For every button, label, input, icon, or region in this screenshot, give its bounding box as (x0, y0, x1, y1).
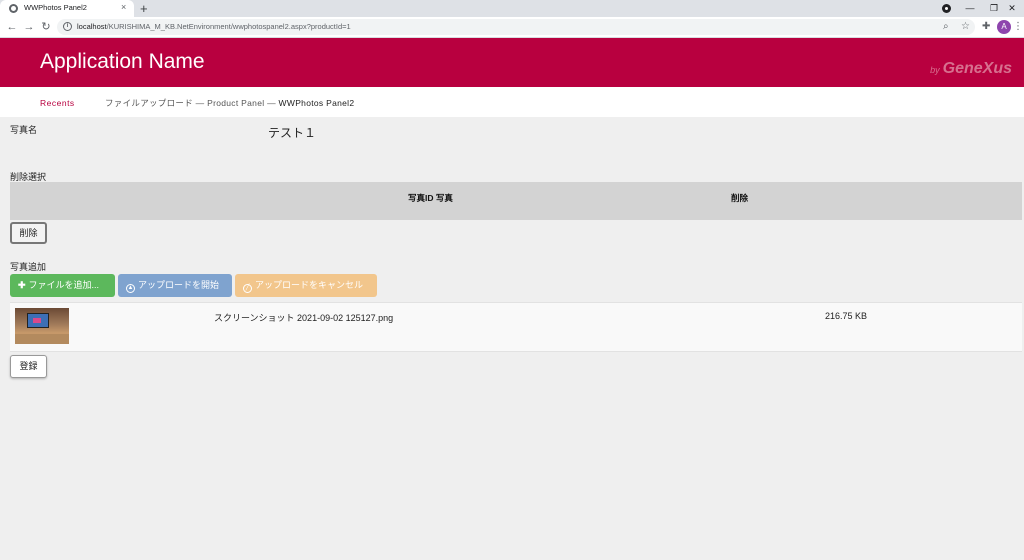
breadcrumb-current: WWPhotos Panel2 (278, 98, 355, 108)
zoom-icon[interactable]: ⌕ (943, 20, 949, 34)
avatar[interactable]: A (997, 20, 1011, 34)
delete-button[interactable]: 削除 (10, 222, 47, 244)
arrow-right-icon[interactable]: → (21, 19, 37, 35)
browser-tab-strip: WWPhotos Panel2 × + — ❐ ✕ (0, 0, 1024, 17)
photo-grid-header: 写真ID 写真 削除 (10, 182, 1022, 220)
grid-column-delete: 削除 (731, 193, 749, 203)
browser-tab[interactable]: WWPhotos Panel2 × (0, 0, 134, 17)
start-upload-button[interactable]: ▲ アップロードを開始 (118, 274, 232, 297)
recents-link[interactable]: Recents (40, 98, 75, 108)
grid-column-photo: 写真ID 写真 (408, 193, 453, 203)
address-bar[interactable]: i localhost/KURISHIMA_M_KB.NetEnvironmen… (57, 19, 975, 35)
star-icon[interactable]: ☆ (961, 20, 970, 34)
media-control-icon[interactable] (942, 4, 951, 13)
file-thumbnail (15, 308, 69, 344)
register-button[interactable]: 登録 (10, 355, 47, 378)
breadcrumb-path[interactable]: ファイルアップロード — Product Panel — (105, 98, 279, 108)
info-icon[interactable]: i (63, 22, 72, 31)
list-item: スクリーンショット 2021-09-02 125127.png 216.75 K… (10, 302, 1022, 352)
breadcrumb-bar: Recents ファイルアップロード — Product Panel — WWP… (0, 87, 1024, 117)
cancel-upload-button[interactable]: ╱ アップロードをキャンセル (235, 274, 377, 297)
ban-circle-icon: ╱ (243, 284, 252, 293)
tab-title: WWPhotos Panel2 (24, 3, 87, 12)
photo-name-value: テスト１ (268, 126, 317, 140)
add-files-button[interactable]: ✚ ファイルを追加... (10, 274, 115, 297)
add-section-label: 写真追加 (10, 262, 47, 272)
arrow-left-icon[interactable]: ← (4, 19, 20, 35)
globe-icon (9, 4, 18, 13)
plus-icon: ✚ (18, 280, 26, 290)
genexus-logo: by GeneXus (930, 60, 1012, 77)
app-title: Application Name (40, 50, 205, 73)
minimize-button[interactable]: — (958, 0, 982, 17)
file-size: 216.75 KB (825, 311, 868, 321)
browser-toolbar: ← → ↻ i localhost/KURISHIMA_M_KB.NetEnvi… (0, 17, 1024, 38)
upload-circle-icon: ▲ (126, 284, 135, 293)
photo-name-label: 写真名 (10, 125, 38, 135)
puzzle-icon[interactable]: ✚ (982, 20, 990, 34)
reload-icon[interactable]: ↻ (38, 19, 54, 35)
url-text: localhost/KURISHIMA_M_KB.NetEnvironment/… (77, 22, 351, 31)
close-icon[interactable]: × (121, 2, 126, 13)
window-close-button[interactable]: ✕ (1000, 0, 1024, 17)
breadcrumb: ファイルアップロード — Product Panel — WWPhotos Pa… (105, 97, 354, 109)
app-header: Application Name by GeneXus (0, 38, 1024, 87)
menu-icon[interactable]: ⋮ (1013, 20, 1023, 34)
new-tab-button[interactable]: + (140, 0, 148, 17)
file-name: スクリーンショット 2021-09-02 125127.png (214, 313, 394, 323)
